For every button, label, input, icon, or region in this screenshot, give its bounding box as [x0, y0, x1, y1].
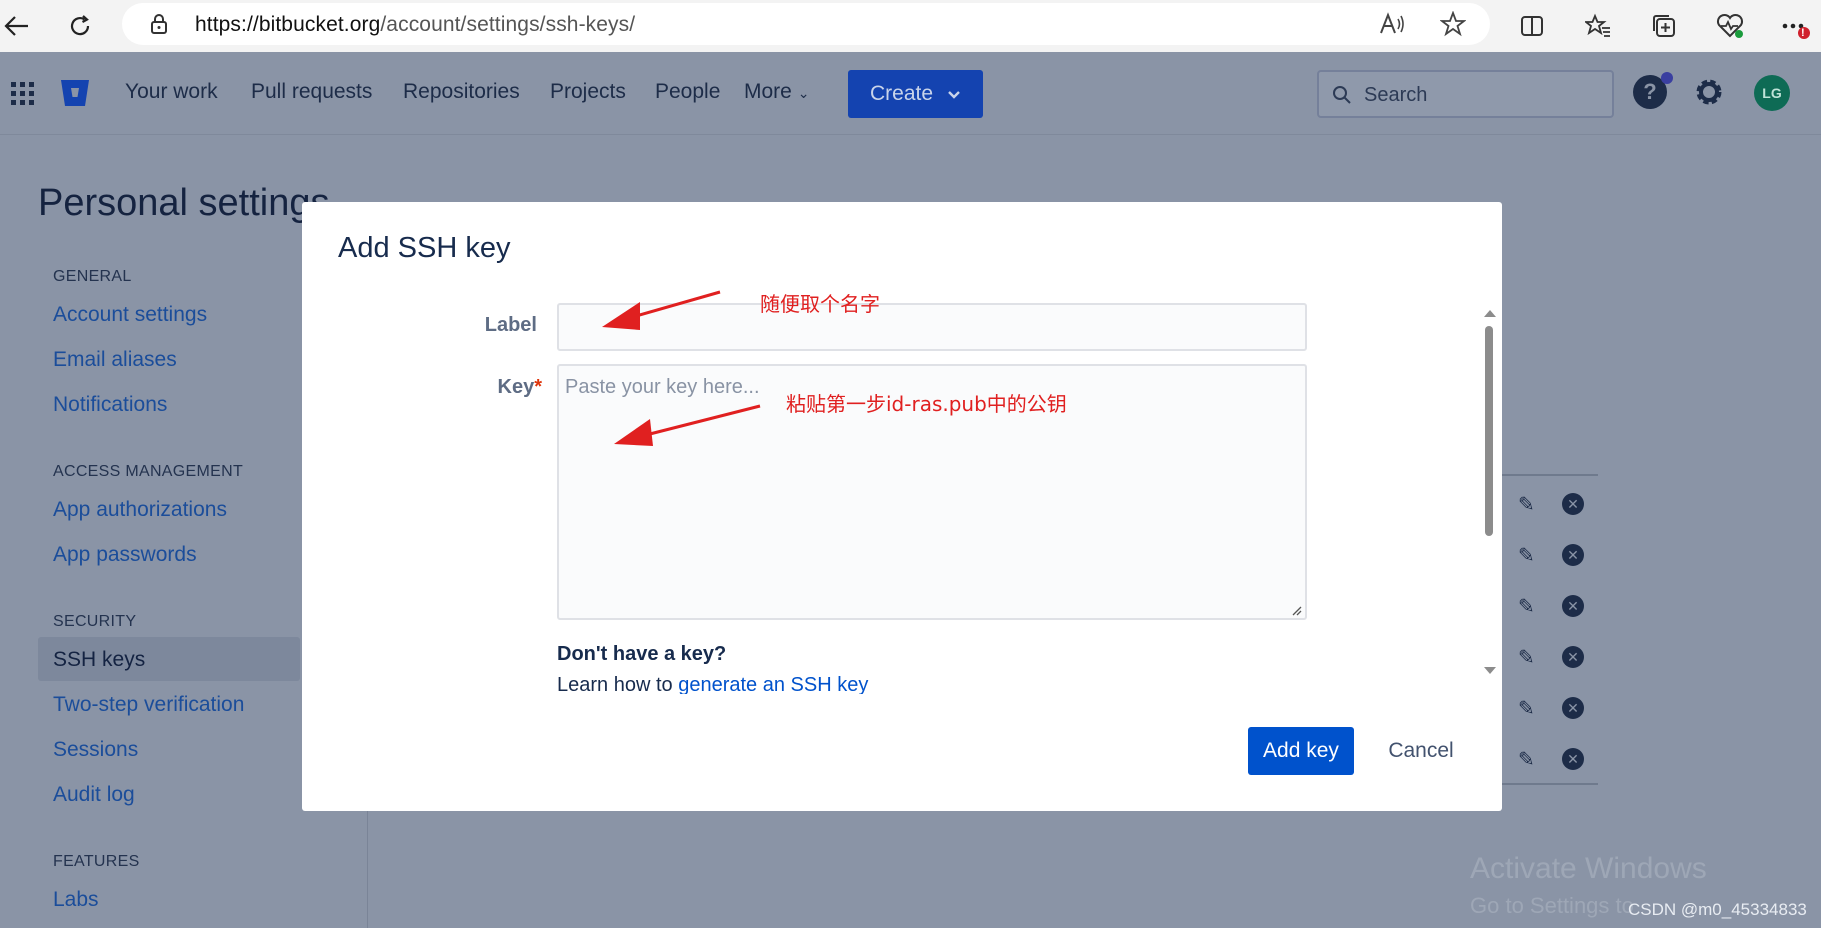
sidebar-item-ssh-keys[interactable]: SSH keys — [53, 648, 145, 672]
delete-icon[interactable]: ✕ — [1562, 595, 1584, 617]
help-text-clip: Learn how to generate an SSH key — [557, 670, 1257, 694]
nav-more[interactable]: More ⌄ — [744, 80, 809, 104]
edit-pencil-icon[interactable]: ✎ — [1518, 543, 1542, 567]
help-text-prefix: Learn how to — [557, 674, 679, 694]
help-text: Learn how to generate an SSH key — [557, 674, 868, 694]
sidebar-item-sessions[interactable]: Sessions — [53, 738, 138, 762]
delete-icon[interactable]: ✕ — [1562, 493, 1584, 515]
add-key-button[interactable]: Add key — [1248, 727, 1354, 775]
top-navigation: Your work Pull requests Repositories Pro… — [0, 52, 1821, 135]
activate-windows-title: Activate Windows — [1470, 852, 1707, 885]
add-ssh-key-dialog: Add SSH key Label Key* Paste your key he… — [302, 202, 1502, 811]
more-icon[interactable]: ! — [1780, 10, 1812, 42]
scroll-up-arrow-icon[interactable] — [1484, 310, 1496, 317]
favorite-star-icon[interactable] — [1439, 10, 1467, 42]
edit-pencil-icon[interactable]: ✎ — [1518, 645, 1542, 669]
address-bar[interactable]: https://bitbucket.org/account/settings/s… — [122, 3, 1490, 45]
nav-pull-requests[interactable]: Pull requests — [251, 80, 372, 104]
edit-pencil-icon[interactable]: ✎ — [1518, 492, 1542, 516]
nav-people[interactable]: People — [655, 80, 720, 104]
help-title: Don't have a key? — [557, 643, 727, 665]
table-row: ✎ ✕ — [1518, 696, 1588, 720]
lock-icon[interactable] — [149, 13, 169, 40]
help-notification-dot — [1661, 72, 1673, 84]
delete-icon[interactable]: ✕ — [1562, 697, 1584, 719]
url-text: https://bitbucket.org/account/settings/s… — [195, 13, 635, 37]
activate-windows-subtitle: Go to Settings to — [1470, 893, 1634, 918]
avatar[interactable]: LG — [1754, 75, 1790, 111]
notification-badge: ! — [1801, 27, 1805, 39]
create-button[interactable]: Create — [848, 70, 983, 118]
back-icon[interactable] — [0, 10, 32, 42]
dialog-scrollbar[interactable] — [1482, 306, 1496, 678]
favorites-icon[interactable] — [1582, 10, 1614, 42]
dialog-title: Add SSH key — [338, 232, 511, 264]
sidebar-item-audit-log[interactable]: Audit log — [53, 783, 135, 807]
sidebar-item-notifications[interactable]: Notifications — [53, 393, 167, 417]
key-placeholder: Paste your key here... — [565, 376, 760, 398]
nav-more-label: More — [744, 80, 792, 103]
table-row: ✎ ✕ — [1518, 492, 1588, 516]
scroll-thumb[interactable] — [1485, 326, 1493, 536]
resize-handle-icon[interactable] — [1290, 603, 1302, 616]
search-input[interactable]: Search — [1317, 70, 1614, 118]
table-divider — [1502, 783, 1598, 785]
url-host: https://bitbucket.org — [195, 13, 381, 36]
help-glyph: ? — [1643, 79, 1657, 104]
delete-icon[interactable]: ✕ — [1562, 544, 1584, 566]
table-row: ✎ ✕ — [1518, 645, 1588, 669]
label-input[interactable] — [557, 303, 1307, 351]
edit-pencil-icon[interactable]: ✎ — [1518, 747, 1542, 771]
browser-toolbar: https://bitbucket.org/account/settings/s… — [0, 0, 1821, 52]
section-heading-access: ACCESS MANAGEMENT — [53, 463, 244, 480]
avatar-initials: LG — [1762, 85, 1782, 101]
table-row: ✎ ✕ — [1518, 594, 1588, 618]
chevron-down-icon — [947, 82, 961, 106]
page-title: Personal settings — [38, 182, 330, 224]
refresh-icon[interactable] — [64, 10, 96, 42]
url-path: /account/settings/ssh-keys/ — [380, 13, 636, 36]
nav-your-work[interactable]: Your work — [125, 80, 218, 104]
annotation-label-note: 随便取个名字 — [760, 292, 880, 316]
sidebar-item-email-aliases[interactable]: Email aliases — [53, 348, 177, 372]
scroll-down-arrow-icon[interactable] — [1484, 667, 1496, 674]
create-label: Create — [869, 82, 934, 105]
sidebar-item-app-passwords[interactable]: App passwords — [53, 543, 197, 567]
search-icon — [1332, 85, 1352, 110]
nav-repositories[interactable]: Repositories — [403, 80, 520, 104]
table-row: ✎ ✕ — [1518, 747, 1588, 771]
annotation-key-note: 粘贴第一步id-ras.pub中的公钥 — [786, 392, 1067, 416]
delete-icon[interactable]: ✕ — [1562, 748, 1584, 770]
chevron-down-icon: ⌄ — [797, 85, 810, 101]
section-heading-security: SECURITY — [53, 613, 137, 630]
delete-icon[interactable]: ✕ — [1562, 646, 1584, 668]
split-screen-icon[interactable] — [1516, 10, 1548, 42]
generate-ssh-key-link[interactable]: generate an SSH key — [678, 674, 868, 694]
table-row: ✎ ✕ — [1518, 543, 1588, 567]
collections-icon[interactable] — [1648, 10, 1680, 42]
table-divider — [1502, 474, 1598, 476]
read-aloud-icon[interactable] — [1379, 12, 1405, 41]
key-field-label: Key* — [432, 376, 543, 399]
sidebar-item-app-authorizations[interactable]: App authorizations — [53, 498, 227, 522]
bitbucket-logo-icon[interactable] — [60, 79, 90, 112]
edit-pencil-icon[interactable]: ✎ — [1518, 696, 1542, 720]
health-icon[interactable] — [1714, 10, 1746, 42]
cancel-button[interactable]: Cancel — [1376, 727, 1466, 775]
edit-pencil-icon[interactable]: ✎ — [1518, 594, 1542, 618]
nav-projects[interactable]: Projects — [550, 80, 626, 104]
required-mark: * — [534, 376, 542, 398]
sidebar-item-account-settings[interactable]: Account settings — [53, 303, 207, 327]
gear-icon[interactable] — [1692, 75, 1726, 114]
csdn-watermark: CSDN @m0_45334833 — [1628, 900, 1807, 919]
key-label-text: Key — [497, 376, 535, 398]
label-field-label: Label — [484, 314, 537, 336]
section-heading-general: GENERAL — [53, 268, 132, 285]
search-placeholder: Search — [1364, 84, 1428, 106]
sidebar-item-labs[interactable]: Labs — [53, 888, 99, 912]
sidebar-item-two-step[interactable]: Two-step verification — [53, 693, 244, 717]
section-heading-features: FEATURES — [53, 853, 140, 870]
app-switcher-icon[interactable] — [11, 82, 35, 111]
